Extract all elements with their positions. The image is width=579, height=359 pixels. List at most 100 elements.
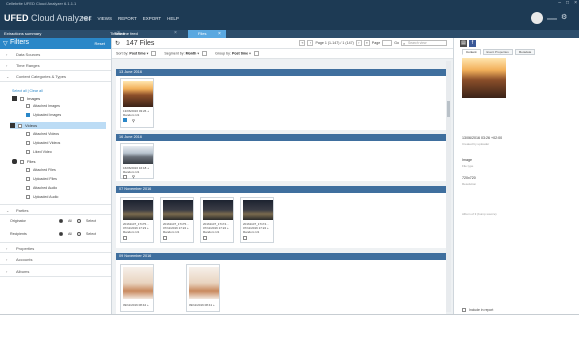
section-properties[interactable]: › Properties (0, 242, 111, 253)
section-albums[interactable]: › Albums (0, 266, 111, 277)
file-checkbox[interactable] (163, 236, 167, 240)
last-page-button[interactable]: » (363, 40, 370, 46)
radio-all[interactable] (59, 232, 63, 236)
panel-toggle-icon[interactable]: ▤ (460, 40, 467, 47)
images-checkbox[interactable] (20, 96, 24, 101)
file-card[interactable]: 20161107_17174... 07/11/2016 17:22 + Ran… (240, 197, 274, 243)
filter-attached-images[interactable]: Attached Images (26, 104, 60, 108)
menu-help[interactable]: HELP (167, 16, 179, 21)
file-card[interactable]: 20161107_17175... 07/11/2016 17:23 + Ran… (120, 197, 154, 243)
checkbox[interactable] (26, 132, 30, 136)
file-checkbox[interactable] (243, 236, 247, 240)
file-card[interactable]: 13/06/2016 03:26 + Random 1/1 ⚲ (120, 78, 154, 128)
category-videos[interactable]: Videos (10, 122, 106, 129)
menu-views[interactable]: VIEWS (98, 16, 113, 21)
search-input[interactable]: ⌕ Search view (401, 40, 447, 46)
close-tab-icon[interactable]: × (117, 30, 120, 36)
file-card[interactable]: 09/11/2016 08:41 + (186, 264, 220, 312)
filter-uploaded-images[interactable]: Uploaded Images (26, 113, 61, 117)
filter-attached-files[interactable]: Attached Files (26, 168, 56, 172)
filter-attached-audio[interactable]: Attached Audio (26, 186, 57, 190)
menu-file[interactable]: FILE (82, 16, 92, 21)
tab-content[interactable]: Content (462, 49, 481, 55)
include-in-report-checkbox[interactable] (462, 308, 466, 312)
file-checkbox[interactable] (123, 175, 127, 179)
page-number-input[interactable] (382, 40, 393, 46)
close-icon[interactable]: × (574, 0, 577, 6)
next-page-button[interactable]: › (355, 40, 362, 46)
filter-attached-videos[interactable]: Attached Videos (26, 132, 59, 136)
category-images[interactable]: Images (12, 96, 40, 101)
file-card[interactable]: 09/11/2016 08:42 + (120, 264, 154, 312)
radio-select[interactable] (77, 219, 81, 223)
filter-liked-video[interactable]: Liked Video (26, 150, 52, 154)
image-preview[interactable] (462, 58, 506, 98)
checkbox[interactable] (26, 195, 30, 199)
checkbox[interactable] (26, 150, 30, 154)
maximize-icon[interactable]: □ (566, 0, 569, 6)
file-thumbnail[interactable] (123, 200, 153, 220)
file-thumbnail[interactable] (203, 200, 233, 220)
tab-metadata[interactable]: Metadata (514, 49, 536, 55)
minimize-icon[interactable]: – (558, 0, 561, 6)
filter-uploaded-videos[interactable]: Uploaded Videos (26, 141, 60, 145)
select-all-link[interactable]: Select all (12, 89, 27, 93)
refresh-icon[interactable]: ↻ (115, 40, 120, 47)
prev-page-button[interactable]: ‹ (307, 40, 314, 46)
first-page-button[interactable]: « (299, 40, 306, 46)
location-pin-icon[interactable]: ⚲ (132, 118, 135, 123)
file-thumbnail[interactable] (123, 267, 153, 299)
tab-event-properties[interactable]: Event Properties (482, 49, 513, 55)
tab-extractions-summary[interactable]: Extractions summary (0, 30, 54, 38)
group-direction-button[interactable] (253, 51, 259, 56)
radio-all[interactable] (59, 219, 63, 223)
avatar[interactable] (531, 12, 543, 24)
checkbox[interactable] (26, 113, 30, 117)
include-in-report[interactable]: Include in report (462, 308, 493, 312)
menu-report[interactable]: REPORT (118, 16, 137, 21)
section-time-ranges[interactable]: › Time Ranges (0, 60, 111, 71)
videos-checkbox[interactable] (18, 123, 22, 128)
gear-icon[interactable]: ⚙ (561, 14, 569, 22)
file-checkbox[interactable] (203, 236, 207, 240)
close-tab-icon[interactable]: × (174, 30, 177, 36)
checkbox[interactable] (26, 141, 30, 145)
checkbox[interactable] (26, 177, 30, 181)
section-parties[interactable]: ⌄ Parties (0, 204, 111, 215)
file-card[interactable]: 20161107_17175... 07/11/2016 17:22 + Ran… (160, 197, 194, 243)
checkbox[interactable] (26, 168, 30, 172)
menu-export[interactable]: EXPORT (143, 16, 161, 21)
section-content-categories[interactable]: ⌄ Content Categories & Types (0, 71, 111, 82)
location-pin-icon[interactable]: ⚲ (132, 174, 135, 179)
section-data-sources[interactable]: › Data Sources (0, 49, 111, 60)
file-thumbnail[interactable] (189, 267, 219, 299)
segment-direction-button[interactable] (202, 51, 208, 56)
segment-by[interactable]: Segment by: Month ▾ (164, 51, 208, 56)
file-thumbnail[interactable] (123, 146, 153, 164)
section-accounts[interactable]: › Accounts (0, 254, 111, 265)
reset-filters-button[interactable]: Reset (95, 41, 105, 46)
category-files[interactable]: Files (12, 159, 35, 164)
files-checkbox[interactable] (20, 159, 24, 164)
filter-uploaded-audio[interactable]: Uploaded Audio (26, 195, 58, 199)
checkbox[interactable] (26, 186, 30, 190)
group-by[interactable]: Group by: Post time ▾ (215, 51, 259, 56)
radio-select[interactable] (77, 232, 81, 236)
files-scrollbar[interactable] (446, 61, 451, 312)
filter-uploaded-files[interactable]: Uploaded Files (26, 177, 57, 181)
file-thumbnail[interactable] (163, 200, 193, 220)
checkbox[interactable] (26, 104, 30, 108)
tab-files[interactable]: Files × (188, 30, 226, 38)
close-tab-icon[interactable]: × (218, 30, 221, 38)
file-checkbox[interactable] (123, 236, 127, 240)
sort-by[interactable]: Sort by: Post time ▾ (116, 51, 157, 56)
scrollbar-thumb[interactable] (447, 101, 450, 117)
file-card[interactable]: 20161107_17174... 07/11/2016 17:22 + Ran… (200, 197, 234, 243)
file-card[interactable]: 16/06/2016 16:18 + Random 1/1 ⚲ (120, 143, 154, 179)
sort-direction-button[interactable] (151, 51, 157, 56)
file-checkbox[interactable] (123, 118, 127, 122)
user-name[interactable]: xxxxx (547, 16, 557, 21)
file-thumbnail[interactable] (243, 200, 273, 220)
clear-all-link[interactable]: Clear all (30, 89, 43, 93)
file-thumbnail[interactable] (123, 81, 153, 107)
